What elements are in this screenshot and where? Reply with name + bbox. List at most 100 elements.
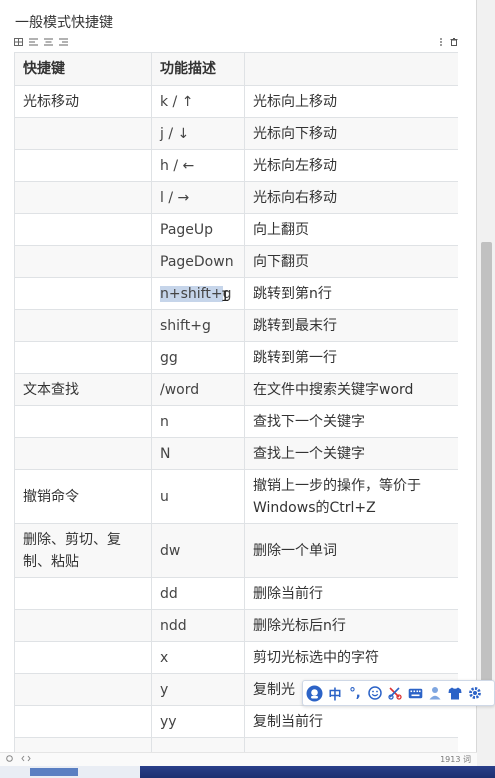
category-cell[interactable] <box>14 213 152 246</box>
align-center-icon[interactable] <box>44 38 53 46</box>
table-header-row: 快捷键 功能描述 <box>14 52 458 86</box>
source-code-icon[interactable] <box>21 755 31 764</box>
description-cell[interactable]: 光标向下移动 <box>244 117 458 150</box>
table-row: PageUp 向上翻页 <box>14 213 458 246</box>
key-cell[interactable]: n <box>151 405 245 438</box>
settings-icon[interactable] <box>467 684 483 702</box>
scrollbar-thumb[interactable] <box>481 242 492 690</box>
description-cell[interactable]: 复制当前行 <box>244 705 458 738</box>
word-count[interactable]: 1913 词 <box>440 754 471 765</box>
key-cell-selected[interactable]: n+shift+g <box>151 277 245 310</box>
description-cell[interactable]: 跳转到第一行 <box>244 341 458 374</box>
category-cell[interactable] <box>14 149 152 182</box>
circle-icon[interactable] <box>6 755 13 764</box>
table-row: 删除、剪切、复制、粘贴 dw 删除一个单词 <box>14 523 458 578</box>
category-cell[interactable] <box>14 405 152 438</box>
keyboard-icon[interactable] <box>407 684 423 702</box>
selected-text: n+shift+ <box>160 285 223 302</box>
header-empty[interactable] <box>244 52 458 86</box>
key-cell[interactable]: N <box>151 437 245 470</box>
key-cell[interactable]: PageUp <box>151 213 245 246</box>
description-cell[interactable]: 在文件中搜索关键字word <box>244 373 458 406</box>
category-cell[interactable] <box>14 705 152 738</box>
description-cell[interactable]: 剪切光标选中的字符 <box>244 641 458 674</box>
delete-icon[interactable] <box>449 38 458 46</box>
description-cell[interactable]: 查找上一个关键字 <box>244 437 458 470</box>
key-cell[interactable]: gg <box>151 341 245 374</box>
emoji-icon[interactable] <box>367 684 383 702</box>
description-cell[interactable]: 光标向右移动 <box>244 181 458 214</box>
table-icon[interactable] <box>14 38 23 46</box>
category-cell[interactable] <box>14 437 152 470</box>
category-cell[interactable]: 撤销命令 <box>14 469 152 524</box>
ime-logo-icon[interactable] <box>306 684 323 702</box>
description-cell[interactable]: 跳转到第n行 <box>244 277 458 310</box>
key-cell[interactable]: l / → <box>151 181 245 214</box>
key-cell[interactable]: y <box>151 673 245 706</box>
category-cell[interactable] <box>14 277 152 310</box>
table-toolbar <box>14 36 458 48</box>
description-cell[interactable]: 删除光标后n行 <box>244 609 458 642</box>
category-cell[interactable] <box>14 181 152 214</box>
category-cell[interactable] <box>14 641 152 674</box>
category-cell[interactable] <box>14 577 152 610</box>
category-cell[interactable] <box>14 609 152 642</box>
taskbar-button[interactable] <box>30 768 78 776</box>
more-icon[interactable] <box>436 38 445 46</box>
editor-window: 一般模式快捷键 快捷键 功能描述 光标移动 k / ↑ 光标向上移动 j / ↓… <box>0 0 477 778</box>
category-cell[interactable] <box>14 673 152 706</box>
description-cell[interactable]: 删除当前行 <box>244 577 458 610</box>
category-cell[interactable] <box>14 737 152 752</box>
category-cell[interactable]: 删除、剪切、复制、粘贴 <box>14 523 152 578</box>
header-function[interactable]: 功能描述 <box>151 52 245 86</box>
category-cell[interactable]: 文本查找 <box>14 373 152 406</box>
header-shortcut[interactable]: 快捷键 <box>14 52 152 86</box>
key-cell[interactable]: /word <box>151 373 245 406</box>
punctuation-label[interactable]: °, <box>347 684 363 702</box>
key-cell[interactable]: dw <box>151 523 245 578</box>
description-cell[interactable]: 向上翻页 <box>244 213 458 246</box>
scissors-icon[interactable] <box>387 684 403 702</box>
shortcut-table: 快捷键 功能描述 光标移动 k / ↑ 光标向上移动 j / ↓ 光标向下移动 <box>14 52 458 752</box>
shortcut-table-container: 快捷键 功能描述 光标移动 k / ↑ 光标向上移动 j / ↓ 光标向下移动 <box>14 52 458 752</box>
key-cell[interactable]: j / ↓ <box>151 117 245 150</box>
description-cell[interactable]: 删除一个单词 <box>244 523 458 578</box>
key-cell[interactable]: dd <box>151 577 245 610</box>
key-cell[interactable]: ndd <box>151 609 245 642</box>
table-row: h / ← 光标向左移动 <box>14 149 458 182</box>
table-row: 光标移动 k / ↑ 光标向上移动 <box>14 85 458 118</box>
description-cell[interactable] <box>244 737 458 752</box>
description-cell[interactable]: 撤销上一步的操作，等价于Windows的Ctrl+Z <box>244 469 458 524</box>
table-row: l / → 光标向右移动 <box>14 181 458 214</box>
skin-icon[interactable] <box>447 684 463 702</box>
category-cell[interactable] <box>14 245 152 278</box>
key-cell[interactable] <box>151 737 245 752</box>
category-cell[interactable]: 光标移动 <box>14 85 152 118</box>
user-icon[interactable] <box>427 684 443 702</box>
table-row: n 查找下一个关键字 <box>14 405 458 438</box>
key-cell[interactable]: yy <box>151 705 245 738</box>
category-cell[interactable] <box>14 117 152 150</box>
table-row: x 剪切光标选中的字符 <box>14 641 458 674</box>
chinese-mode-label[interactable]: 中 <box>327 684 343 703</box>
align-right-icon[interactable] <box>59 38 68 46</box>
table-row <box>14 737 458 752</box>
category-cell[interactable] <box>14 309 152 342</box>
key-cell[interactable]: shift+g <box>151 309 245 342</box>
key-cell[interactable]: PageDown <box>151 245 245 278</box>
table-row: n+shift+g 跳转到第n行 <box>14 277 458 310</box>
align-left-icon[interactable] <box>29 38 38 46</box>
description-cell[interactable]: 查找下一个关键字 <box>244 405 458 438</box>
table-row: ndd 删除光标后n行 <box>14 609 458 642</box>
category-cell[interactable] <box>14 341 152 374</box>
table-row: shift+g 跳转到最末行 <box>14 309 458 342</box>
description-cell[interactable]: 光标向左移动 <box>244 149 458 182</box>
description-cell[interactable]: 跳转到最末行 <box>244 309 458 342</box>
text-cursor-icon: I <box>221 289 230 305</box>
key-cell[interactable]: k / ↑ <box>151 85 245 118</box>
key-cell[interactable]: u <box>151 469 245 524</box>
description-cell[interactable]: 光标向上移动 <box>244 85 458 118</box>
description-cell[interactable]: 向下翻页 <box>244 245 458 278</box>
key-cell[interactable]: h / ← <box>151 149 245 182</box>
key-cell[interactable]: x <box>151 641 245 674</box>
